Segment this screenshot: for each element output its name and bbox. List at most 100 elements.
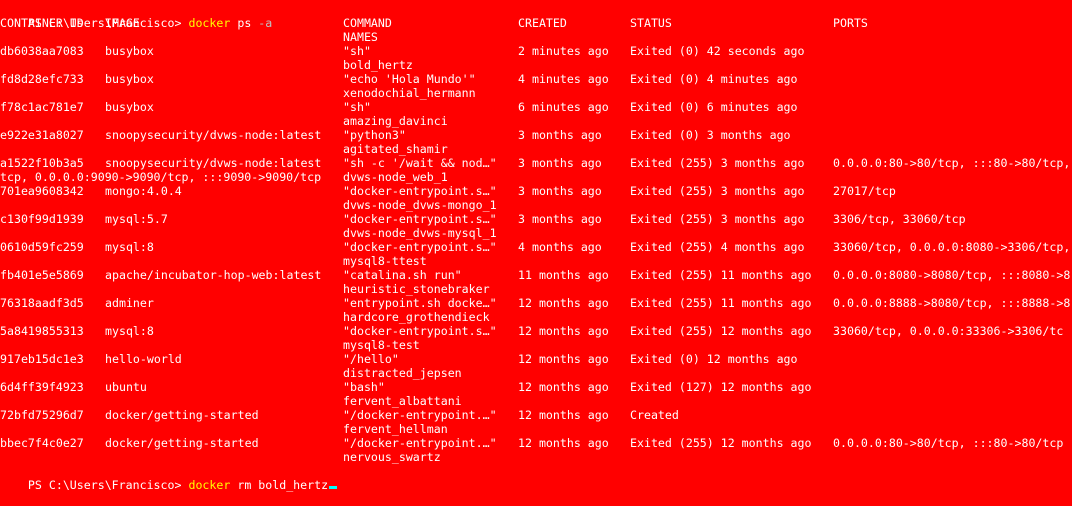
cell-created: 12 months ago <box>518 296 609 310</box>
cell-image: docker/getting-started <box>105 408 259 422</box>
cell-name: mysql8-ttest <box>343 254 427 268</box>
cell-name: nervous_swartz <box>343 450 441 464</box>
cell-image: snoopysecurity/dvws-node:latest <box>105 128 322 142</box>
cell-image: ubuntu <box>105 380 147 394</box>
cell-status: Exited (0) 4 minutes ago <box>630 72 798 86</box>
header-ports: PORTS <box>833 16 868 30</box>
prompt-line-2[interactable]: PS C:\Users\Francisco> docker rm bold_he… <box>0 464 338 492</box>
cell-status: Exited (0) 42 seconds ago <box>630 44 805 58</box>
cell-command: "echo 'Hola Mundo'" <box>343 72 476 86</box>
cell-created: 12 months ago <box>518 324 609 338</box>
cell-container-id: a1522f10b3a5 <box>0 156 84 170</box>
command-flag: -a <box>258 16 273 30</box>
cell-ports: 33060/tcp, 0.0.0.0:33306->3306/tc <box>833 324 1064 338</box>
header-container-id: CONTAINER ID <box>0 16 84 30</box>
cell-command: "catalina.sh run" <box>343 268 462 282</box>
cell-container-id: 76318aadf3d5 <box>0 296 84 310</box>
cell-name: dvws-node_web_1 <box>343 170 448 184</box>
cell-image: adminer <box>105 296 154 310</box>
prompt-line-1: PS C:\Users\Francisco> docker ps -a <box>0 2 272 30</box>
cell-command: "entrypoint.sh docke…" <box>343 296 497 310</box>
cell-created: 12 months ago <box>518 436 609 450</box>
cell-created: 6 minutes ago <box>518 100 609 114</box>
cell-created: 3 months ago <box>518 128 602 142</box>
header-image: IMAGE <box>105 16 140 30</box>
cell-created: 12 months ago <box>518 380 609 394</box>
cell-container-id: 72bfd75296d7 <box>0 408 84 422</box>
command-name: docker <box>188 16 231 30</box>
cell-created: 2 minutes ago <box>518 44 609 58</box>
cell-ports: 27017/tcp <box>833 184 896 198</box>
cell-created: 11 months ago <box>518 268 609 282</box>
cell-created: 3 months ago <box>518 184 602 198</box>
cell-name: heuristic_stonebraker <box>343 282 490 296</box>
cell-ports: 3306/tcp, 33060/tcp <box>833 212 966 226</box>
cell-container-id: 0610d59fc259 <box>0 240 84 254</box>
cell-container-id: 5a8419855313 <box>0 324 84 338</box>
cell-container-id: f78c1ac781e7 <box>0 100 84 114</box>
cell-container-id: 6d4ff39f4923 <box>0 380 84 394</box>
cell-status: Exited (255) 3 months ago <box>630 156 805 170</box>
cell-image: mysql:8 <box>105 324 154 338</box>
cell-status: Exited (0) 12 months ago <box>630 352 798 366</box>
cell-container-id: e922e31a8027 <box>0 128 84 142</box>
cell-status: Exited (255) 11 months ago <box>630 268 812 282</box>
cell-name: mysql8-test <box>343 338 420 352</box>
cell-status: Exited (255) 11 months ago <box>630 296 812 310</box>
cell-ports: 0.0.0.0:80->80/tcp, :::80->80/tcp, <box>833 156 1071 170</box>
cell-status: Exited (0) 3 months ago <box>630 128 791 142</box>
cell-image: mysql:8 <box>105 240 154 254</box>
header-created: CREATED <box>518 16 567 30</box>
cell-name: xenodochial_hermann <box>343 86 476 100</box>
cell-ports: 33060/tcp, 0.0.0.0:8080->3306/tcp, <box>833 240 1071 254</box>
cell-created: 4 months ago <box>518 240 602 254</box>
cell-image: busybox <box>105 100 154 114</box>
cell-image: busybox <box>105 72 154 86</box>
cell-container-id: fd8d28efc733 <box>0 72 84 86</box>
cell-created: 12 months ago <box>518 352 609 366</box>
cell-container-id: 917eb15dc1e3 <box>0 352 84 366</box>
cell-name: dvws-node_dvws-mongo_1 <box>343 198 497 212</box>
cell-status: Exited (127) 12 months ago <box>630 380 812 394</box>
cell-command: "sh -c '/wait && nod…" <box>343 156 497 170</box>
cell-name: fervent_hellman <box>343 422 448 436</box>
cell-name: fervent_albattani <box>343 394 462 408</box>
header-status: STATUS <box>630 16 672 30</box>
cell-name: bold_hertz <box>343 58 413 72</box>
cell-image: mongo:4.0.4 <box>105 184 182 198</box>
powershell-terminal[interactable]: PS C:\Users\Francisco> docker ps -a CONT… <box>0 0 1072 492</box>
cell-ports: 0.0.0.0:8080->8080/tcp, :::8080->8 <box>833 268 1071 282</box>
prompt-path: PS C:\Users\Francisco> <box>27 478 182 492</box>
cell-ports: 0.0.0.0:80->80/tcp, :::80->80/tcp <box>833 436 1064 450</box>
cell-status: Exited (255) 12 months ago <box>630 324 812 338</box>
command-args: ps <box>237 16 252 30</box>
cell-ports: 0.0.0.0:8888->8080/tcp, :::8888->8 <box>833 296 1071 310</box>
cell-name: distracted_jepsen <box>343 366 462 380</box>
cell-command: "python3" <box>343 128 406 142</box>
cell-command: "docker-entrypoint.s…" <box>343 212 497 226</box>
cell-command: "docker-entrypoint.s…" <box>343 184 497 198</box>
cell-container-id: bbec7f4c0e27 <box>0 436 84 450</box>
cell-created: 3 months ago <box>518 212 602 226</box>
cell-image: busybox <box>105 44 154 58</box>
cell-name: hardcore_grothendieck <box>343 310 490 324</box>
command-args: rm bold_hertz <box>237 478 329 492</box>
cell-command: "/docker-entrypoint.…" <box>343 436 497 450</box>
cell-status: Exited (255) 3 months ago <box>630 212 805 226</box>
cell-name: dvws-node_dvws-mysql_1 <box>343 226 497 240</box>
cell-image: apache/incubator-hop-web:latest <box>105 268 322 282</box>
cell-name: amazing_davinci <box>343 114 448 128</box>
cell-status: Exited (255) 3 months ago <box>630 184 805 198</box>
cell-status: Exited (0) 6 minutes ago <box>630 100 798 114</box>
cell-command: "/docker-entrypoint.…" <box>343 408 497 422</box>
cell-name: agitated_shamir <box>343 142 448 156</box>
cell-command: "docker-entrypoint.s…" <box>343 240 497 254</box>
cell-command: "docker-entrypoint.s…" <box>343 324 497 338</box>
table-header: CONTAINER ID IMAGE COMMAND CREATED STATU… <box>0 16 868 30</box>
cell-status: Exited (255) 12 months ago <box>630 436 812 450</box>
cell-command: "sh" <box>343 44 371 58</box>
cell-created: 4 minutes ago <box>518 72 609 86</box>
cell-image: hello-world <box>105 352 182 366</box>
header-command: COMMAND <box>343 16 392 30</box>
cell-container-id: c130f99d1939 <box>0 212 84 226</box>
